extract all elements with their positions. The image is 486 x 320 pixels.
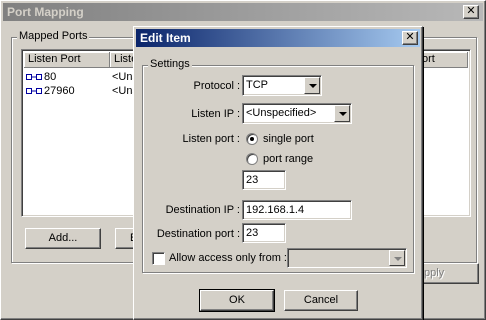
protocol-select[interactable]: TCP [242, 75, 322, 96]
port-mapping-titlebar[interactable]: Port Mapping [3, 3, 483, 21]
single-port-label[interactable]: single port [263, 132, 314, 146]
listen-port-label: Listen port : [182, 133, 240, 145]
allow-access-checkbox[interactable] [152, 252, 165, 265]
settings-label: Settings [148, 58, 192, 70]
add-button[interactable]: Add... [25, 228, 101, 249]
listen-port-input[interactable]: 23 [242, 170, 286, 190]
edit-item-title: Edit Item [140, 31, 191, 45]
destination-port-label: Destination port : [156, 228, 240, 240]
port-range-label[interactable]: port range [263, 152, 313, 166]
column-header-listen-port[interactable]: Listen Port [24, 52, 110, 68]
close-icon: ✕ [405, 31, 415, 43]
destination-port-input[interactable]: 23 [242, 223, 286, 243]
listen-ip-select[interactable]: <Unspecified> [242, 103, 352, 124]
port-range-radio[interactable] [246, 153, 258, 165]
edit-item-close-button[interactable]: ✕ [402, 31, 418, 45]
cancel-button[interactable]: Cancel [284, 290, 358, 311]
port-mapping-close-button[interactable]: ✕ [463, 5, 479, 19]
destination-ip-input[interactable]: 192.168.1.4 [242, 200, 352, 220]
row-port: 80 [44, 71, 57, 83]
port-mapping-title: Port Mapping [7, 5, 84, 19]
column-header-dest-port[interactable]: ort [418, 52, 468, 68]
edit-item-dialog: Edit Item ✕ Settings Protocol : TCP List… [133, 26, 423, 320]
port-mapping-icon [26, 74, 42, 81]
allow-access-select[interactable] [287, 248, 407, 268]
port-mapping-icon [26, 88, 42, 95]
chevron-down-icon[interactable] [389, 250, 405, 266]
mapped-ports-label: Mapped Ports [17, 30, 90, 42]
row-port: 27960 [44, 85, 75, 97]
chevron-down-icon[interactable] [304, 77, 320, 94]
protocol-label: Protocol : [193, 80, 240, 92]
single-port-radio[interactable] [246, 133, 258, 145]
edit-item-titlebar[interactable]: Edit Item [136, 29, 420, 47]
close-icon: ✕ [466, 5, 476, 17]
ok-button[interactable]: OK [199, 289, 275, 312]
allow-access-label[interactable]: Allow access only from : [169, 251, 287, 265]
chevron-down-icon[interactable] [334, 105, 350, 122]
listen-ip-label: Listen IP : [191, 108, 240, 120]
destination-ip-label: Destination IP : [165, 204, 240, 216]
